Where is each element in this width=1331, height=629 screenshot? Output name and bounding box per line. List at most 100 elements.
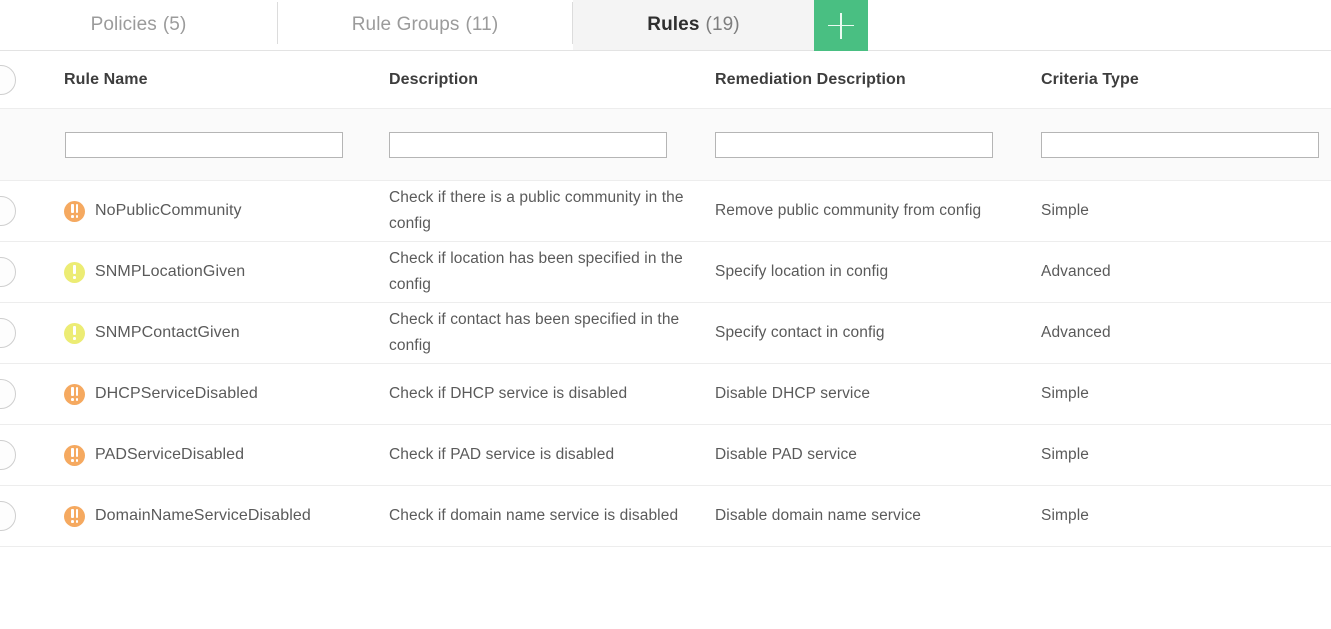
description-cell: Check if PAD service is disabled (389, 425, 715, 485)
tab-policies-label: Policies (91, 14, 157, 36)
row-select-cell (0, 486, 64, 546)
filter-rule-name-cell (64, 109, 389, 180)
criteria-type-text: Advanced (1041, 259, 1111, 285)
remediation-cell: Specify location in config (715, 242, 1041, 302)
table-row[interactable]: SNMPContactGivenCheck if contact has bee… (0, 303, 1331, 364)
rule-name-text: DHCPServiceDisabled (95, 385, 258, 403)
add-tab-button[interactable] (814, 0, 868, 51)
rule-name-text: PADServiceDisabled (95, 446, 244, 464)
double-exclamation-icon (64, 506, 85, 527)
row-checkbox[interactable] (0, 257, 16, 287)
filter-remediation-cell (715, 109, 1041, 180)
tab-rules[interactable]: Rules (19) (573, 0, 814, 50)
filter-select-cell (0, 109, 64, 180)
double-exclamation-icon (64, 384, 85, 405)
row-select-cell (0, 425, 64, 485)
rule-name-text: NoPublicCommunity (95, 202, 242, 220)
remediation-text: Disable PAD service (715, 442, 857, 468)
description-cell: Check if location has been specified in … (389, 242, 715, 302)
row-select-cell (0, 181, 64, 241)
row-checkbox[interactable] (0, 379, 16, 409)
criteria-type-cell: Simple (1041, 364, 1331, 424)
description-cell: Check if contact has been specified in t… (389, 303, 715, 363)
row-select-cell (0, 303, 64, 363)
tab-rule-groups-count: (11) (465, 14, 498, 36)
description-text: Check if contact has been specified in t… (389, 307, 689, 359)
rules-table: Rule Name Description Remediation Descri… (0, 51, 1331, 547)
filter-description-cell (389, 109, 715, 180)
table-row[interactable]: DHCPServiceDisabledCheck if DHCP service… (0, 364, 1331, 425)
tab-policies[interactable]: Policies (5) (0, 0, 277, 50)
column-header-criteria-type[interactable]: Criteria Type (1041, 51, 1331, 108)
description-text: Check if location has been specified in … (389, 246, 689, 298)
tab-rules-count: (19) (706, 14, 740, 36)
tab-policies-count: (5) (163, 14, 187, 36)
remediation-cell: Specify contact in config (715, 303, 1041, 363)
column-header-description-label: Description (389, 71, 478, 89)
remediation-cell: Disable DHCP service (715, 364, 1041, 424)
description-cell: Check if there is a public community in … (389, 181, 715, 241)
row-checkbox[interactable] (0, 318, 16, 348)
remediation-text: Specify location in config (715, 259, 888, 285)
row-checkbox[interactable] (0, 501, 16, 531)
row-select-cell (0, 242, 64, 302)
rule-name-cell: DHCPServiceDisabled (64, 364, 389, 424)
row-checkbox[interactable] (0, 440, 16, 470)
double-exclamation-icon (64, 201, 85, 222)
criteria-type-text: Simple (1041, 503, 1089, 529)
remediation-text: Remove public community from config (715, 198, 981, 224)
criteria-type-cell: Simple (1041, 486, 1331, 546)
table-row[interactable]: DomainNameServiceDisabled Check if domain… (0, 486, 1331, 547)
table-body: NoPublicCommunity Check if there is a pub… (0, 181, 1331, 547)
remediation-cell: Disable PAD service (715, 425, 1041, 485)
double-exclamation-icon (64, 445, 85, 466)
column-header-remediation-description[interactable]: Remediation Description (715, 51, 1041, 108)
remediation-text: Disable domain name service (715, 503, 921, 529)
exclamation-icon (64, 262, 85, 283)
filter-remediation-input[interactable] (715, 132, 993, 158)
select-all-cell (0, 51, 64, 108)
rule-name-text: DomainNameServiceDisabled (95, 507, 311, 525)
description-text: Check if domain name service is disabled (389, 503, 678, 529)
rule-name-text: SNMPLocationGiven (95, 263, 245, 281)
tab-rules-label: Rules (647, 14, 699, 36)
rule-name-cell: SNMPContactGiven (64, 303, 389, 363)
remediation-text: Specify contact in config (715, 320, 885, 346)
column-header-description[interactable]: Description (389, 51, 715, 108)
row-checkbox[interactable] (0, 196, 16, 226)
exclamation-icon (64, 323, 85, 344)
description-text: Check if PAD service is disabled (389, 442, 614, 468)
description-cell: Check if domain name service is disabled (389, 486, 715, 546)
criteria-type-text: Advanced (1041, 320, 1111, 346)
criteria-type-cell: Advanced (1041, 242, 1331, 302)
remediation-cell: Disable domain name service (715, 486, 1041, 546)
tab-bar: Policies (5) Rule Groups (11) Rules (19) (0, 0, 1331, 51)
filter-rule-name-input[interactable] (65, 132, 343, 158)
plus-icon (828, 13, 854, 39)
tab-rule-groups[interactable]: Rule Groups (11) (278, 0, 572, 50)
row-select-cell (0, 364, 64, 424)
table-filter-row (0, 109, 1331, 181)
criteria-type-cell: Simple (1041, 181, 1331, 241)
rule-name-cell: NoPublicCommunity (64, 181, 389, 241)
column-header-rule-name[interactable]: Rule Name (64, 51, 389, 108)
column-header-criteria-label: Criteria Type (1041, 71, 1139, 89)
criteria-type-text: Simple (1041, 381, 1089, 407)
rule-name-cell: SNMPLocationGiven (64, 242, 389, 302)
table-header-row: Rule Name Description Remediation Descri… (0, 51, 1331, 109)
table-row[interactable]: NoPublicCommunity Check if there is a pub… (0, 181, 1331, 242)
table-row[interactable]: PADServiceDisabled Check if PAD service i… (0, 425, 1331, 486)
criteria-type-cell: Advanced (1041, 303, 1331, 363)
remediation-text: Disable DHCP service (715, 381, 870, 407)
description-text: Check if there is a public community in … (389, 185, 689, 237)
table-row[interactable]: SNMPLocationGiven Check if location has b… (0, 242, 1331, 303)
rule-name-cell: DomainNameServiceDisabled (64, 486, 389, 546)
column-header-rule-name-label: Rule Name (64, 71, 148, 89)
select-all-checkbox[interactable] (0, 65, 16, 95)
filter-criteria-input[interactable] (1041, 132, 1319, 158)
tab-rule-groups-label: Rule Groups (352, 14, 460, 36)
remediation-cell: Remove public community from config (715, 181, 1041, 241)
filter-description-input[interactable] (389, 132, 667, 158)
rules-management-page: Policies (5) Rule Groups (11) Rules (19)… (0, 0, 1331, 629)
criteria-type-text: Simple (1041, 198, 1089, 224)
